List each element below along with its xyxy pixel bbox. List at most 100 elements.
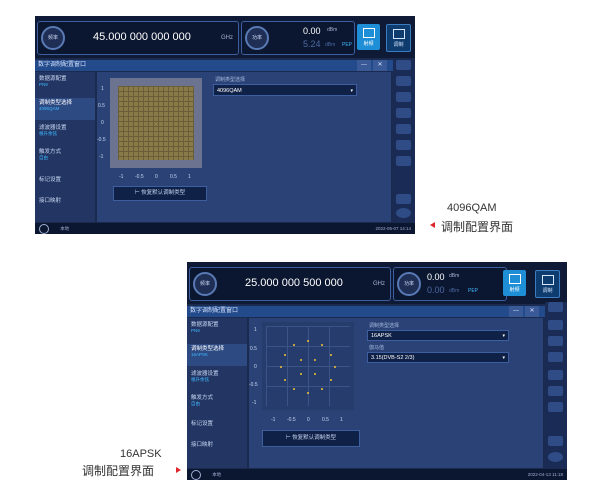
constellation-point bbox=[284, 354, 286, 356]
trigger-value: 自由 bbox=[39, 155, 48, 160]
rf-button[interactable]: 射频 bbox=[503, 270, 526, 296]
keyboard-icon[interactable] bbox=[548, 370, 563, 380]
modulation-button[interactable]: 调制 bbox=[386, 24, 411, 52]
frequency-value[interactable]: 25.000 000 500 000 bbox=[245, 277, 343, 289]
caption-4096qam-subtitle: 调制配置界面 bbox=[441, 220, 514, 234]
display-icon[interactable] bbox=[548, 336, 563, 346]
gamma-field-label: 伽马值 bbox=[369, 345, 385, 351]
power-value[interactable]: 0.00 bbox=[427, 272, 445, 282]
constellation-point bbox=[300, 359, 302, 361]
status-time: 2022-04-13 11:18 bbox=[527, 472, 563, 477]
pep-tag: PEP bbox=[342, 42, 353, 48]
minimize-button[interactable]: — bbox=[357, 60, 371, 71]
constellation-point bbox=[293, 344, 295, 346]
y-tick: -0.5 bbox=[249, 382, 258, 388]
modulation-icon bbox=[392, 29, 405, 39]
screenshot-16apsk: 频率 25.000 000 500 000 GHz 功率 0.00 dBm 0.… bbox=[187, 262, 567, 480]
constellation-point bbox=[321, 388, 323, 390]
frequency-knob[interactable]: 频率 bbox=[193, 272, 217, 296]
close-button[interactable]: ✕ bbox=[373, 60, 387, 71]
constellation-point bbox=[321, 344, 323, 346]
constellation-point bbox=[330, 354, 332, 356]
caption-4096qam-title: 4096QAM bbox=[447, 202, 497, 214]
x-tick: 1 bbox=[340, 417, 343, 423]
restore-default-button[interactable]: ⊢ 恢复默认调制类型 bbox=[113, 186, 207, 201]
modulation-type-select[interactable]: 16APSK ▾ bbox=[367, 330, 509, 341]
constellation-grid bbox=[266, 326, 350, 406]
top-bar: 频率 45.000 000 000 000 GHz 功率 0.00 dBm 5.… bbox=[35, 16, 415, 58]
status-local: 本地 bbox=[60, 226, 70, 231]
preset-icon[interactable] bbox=[548, 436, 563, 446]
filter-value: 根升余弦 bbox=[39, 131, 57, 136]
modulation-button[interactable]: 调制 bbox=[535, 270, 560, 298]
print-icon[interactable] bbox=[396, 140, 411, 150]
restore-default-label: 恢复默认调制类型 bbox=[292, 435, 337, 441]
sidebar-item-filter[interactable]: 滤波器设置 根升余弦 bbox=[187, 369, 247, 391]
y-tick: 1 bbox=[101, 86, 104, 92]
close-button[interactable]: ✕ bbox=[525, 306, 539, 317]
save-icon[interactable] bbox=[548, 352, 563, 362]
home-icon[interactable] bbox=[548, 302, 563, 312]
sidebar-item-modulation-type[interactable]: 调制类型选择 4096QAM bbox=[35, 98, 95, 120]
rf-icon bbox=[508, 274, 521, 284]
y-tick: -0.5 bbox=[97, 137, 106, 143]
copy-icon[interactable] bbox=[548, 320, 563, 330]
x-tick: 0.5 bbox=[170, 174, 177, 180]
modulation-button-label: 调制 bbox=[393, 42, 404, 48]
copy-icon[interactable] bbox=[396, 76, 411, 86]
sidebar-item-trigger[interactable]: 触发方式 自由 bbox=[35, 147, 95, 169]
power-knob[interactable]: 功率 bbox=[245, 26, 269, 50]
local-icon bbox=[191, 469, 201, 480]
interface-label: 接口映射 bbox=[39, 198, 62, 204]
display-icon[interactable] bbox=[396, 92, 411, 102]
sidebar-item-interface[interactable]: 接口映射 bbox=[35, 196, 95, 212]
rf-button[interactable]: 射频 bbox=[357, 24, 380, 50]
sidebar-item-marker[interactable]: 标记设置 bbox=[35, 175, 95, 191]
sidebar-item-data-source[interactable]: 数据源配置 PN9 bbox=[35, 74, 95, 96]
gamma-select-value: 3.15(DVB-S2 2/3) bbox=[371, 355, 415, 361]
modulation-type-select[interactable]: 4096QAM ▾ bbox=[213, 84, 357, 96]
power-knob[interactable]: 功率 bbox=[397, 272, 421, 296]
frequency-value[interactable]: 45.000 000 000 000 bbox=[93, 31, 191, 43]
trigger-value: 自由 bbox=[191, 401, 200, 406]
chevron-down-icon: ▾ bbox=[502, 355, 505, 361]
pep-tag: PEP bbox=[468, 288, 479, 294]
keyboard-icon[interactable] bbox=[396, 124, 411, 134]
sidebar-item-interface[interactable]: 接口映射 bbox=[187, 440, 247, 456]
sidebar-item-marker[interactable]: 标记设置 bbox=[187, 419, 247, 435]
minimize-button[interactable]: — bbox=[509, 306, 523, 317]
x-tick: -1 bbox=[271, 417, 276, 423]
power-icon[interactable] bbox=[396, 208, 411, 218]
home-icon[interactable] bbox=[396, 60, 411, 70]
rf-button-label: 射频 bbox=[363, 41, 374, 47]
constellation-point bbox=[300, 373, 302, 375]
x-tick: 0 bbox=[155, 174, 158, 180]
preset-icon[interactable] bbox=[396, 194, 411, 204]
power-icon[interactable] bbox=[548, 452, 563, 462]
undo-icon[interactable] bbox=[396, 156, 411, 166]
sidebar-item-data-source[interactable]: 数据源配置 PN9 bbox=[187, 320, 247, 342]
x-tick: 0.5 bbox=[322, 417, 329, 423]
constellation-point bbox=[334, 366, 336, 368]
arrow-left-icon bbox=[430, 222, 435, 228]
sidebar-item-trigger[interactable]: 触发方式 自由 bbox=[187, 393, 247, 415]
print-icon[interactable] bbox=[548, 386, 563, 396]
save-icon[interactable] bbox=[396, 108, 411, 118]
constellation-point bbox=[284, 379, 286, 381]
modulation-type-field-label: 调制类型选择 bbox=[215, 77, 246, 83]
frequency-knob[interactable]: 频率 bbox=[41, 26, 65, 50]
gamma-select[interactable]: 3.15(DVB-S2 2/3) ▾ bbox=[367, 352, 509, 363]
arrow-right-icon bbox=[176, 467, 181, 473]
window-title-bar: 数字调制配置窗口 bbox=[187, 306, 546, 317]
restore-default-label: 恢复默认调制类型 bbox=[141, 190, 186, 196]
interface-label: 接口映射 bbox=[191, 442, 214, 448]
sidebar-item-modulation-type[interactable]: 调制类型选择 16APSK bbox=[187, 344, 247, 366]
sidebar-item-filter[interactable]: 滤波器设置 根升余弦 bbox=[35, 123, 95, 145]
chevron-down-icon: ▾ bbox=[350, 88, 353, 94]
modulation-type-select-value: 4096QAM bbox=[217, 88, 242, 94]
power-value[interactable]: 0.00 bbox=[303, 26, 321, 36]
window-title: 数字调制配置窗口 bbox=[38, 62, 87, 68]
undo-icon[interactable] bbox=[548, 402, 563, 412]
rf-button-label: 射频 bbox=[509, 287, 520, 293]
restore-default-button[interactable]: ⊢ 恢复默认调制类型 bbox=[262, 430, 360, 447]
